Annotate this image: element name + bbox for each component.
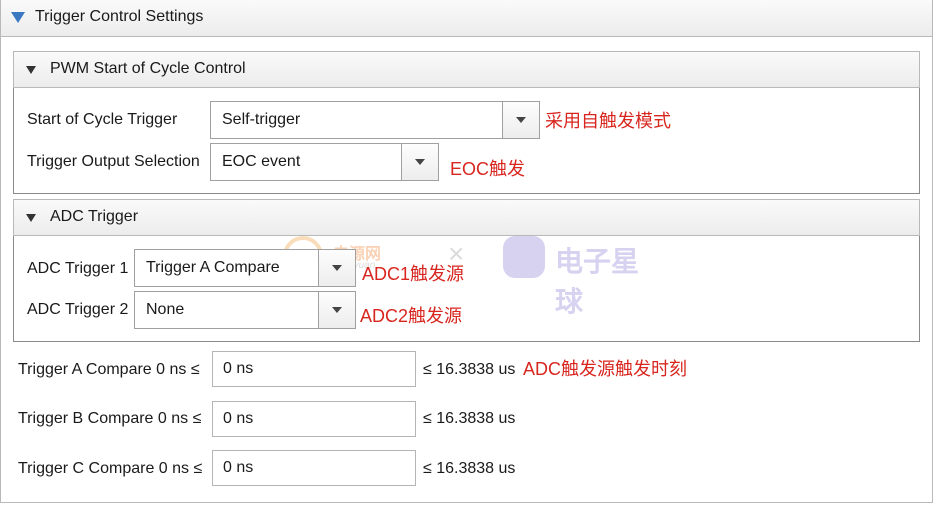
adc-trigger-1-note: ADC1触发源 [362,264,465,284]
compare-b-max: ≤ 16.3838 us [423,410,516,427]
compare-c-value: 0 ns [223,459,254,476]
start-cycle-label: Start of Cycle Trigger [27,111,178,128]
adc-section-header[interactable]: ADC Trigger [13,199,920,236]
adc-trigger-2-select[interactable]: None [134,291,356,329]
adc-section-title: ADC Trigger [50,208,139,225]
compare-b-value: 0 ns [223,410,254,427]
start-cycle-select[interactable]: Self-trigger [210,101,540,139]
dropdown-button[interactable] [318,250,355,286]
collapse-triangle-icon [26,214,36,222]
output-selection-select[interactable]: EOC event [210,143,439,181]
compare-c-max: ≤ 16.3838 us [423,460,516,477]
pwm-section-title: PWM Start of Cycle Control [50,60,246,77]
collapse-triangle-icon [26,66,36,74]
output-selection-value: EOC event [222,153,301,170]
compare-a-max: ≤ 16.3838 us [423,361,516,378]
adc-trigger-2-note: ADC2触发源 [360,306,463,326]
start-cycle-value: Self-trigger [222,111,301,128]
adc-trigger-1-select[interactable]: Trigger A Compare [134,249,356,287]
compare-a-input[interactable]: 0 ns [212,351,416,387]
compare-b-label: Trigger B Compare 0 ns ≤ [18,410,202,427]
compare-a-value: 0 ns [223,360,254,377]
adc-trigger-1-label: ADC Trigger 1 [27,260,129,277]
compare-c-label: Trigger C Compare 0 ns ≤ [18,460,203,477]
chevron-down-icon [516,117,526,123]
dropdown-button[interactable] [502,102,539,138]
compare-a-note: ADC触发源触发时刻 [523,359,688,379]
adc-trigger-2-label: ADC Trigger 2 [27,301,129,318]
adc-trigger-2-value: None [146,301,185,318]
compare-b-input[interactable]: 0 ns [212,401,416,437]
dropdown-button[interactable] [401,144,438,180]
panel-title: Trigger Control Settings [35,8,204,25]
trigger-control-header[interactable]: Trigger Control Settings [0,0,933,37]
pwm-section-header[interactable]: PWM Start of Cycle Control [13,51,920,88]
chevron-down-icon [415,159,425,165]
output-selection-label: Trigger Output Selection [27,153,200,170]
compare-a-label: Trigger A Compare 0 ns ≤ [18,361,200,378]
adc-trigger-1-value: Trigger A Compare [146,259,280,276]
chevron-down-icon [332,265,342,271]
compare-c-input[interactable]: 0 ns [212,450,416,486]
start-cycle-note: 采用自触发模式 [545,111,671,131]
collapse-triangle-icon [11,12,25,23]
robot-logo-icon [503,236,545,278]
output-selection-note: EOC触发 [450,159,526,179]
dropdown-button[interactable] [318,292,355,328]
watermark-right-text: 电子星球 [555,246,640,317]
chevron-down-icon [332,307,342,313]
